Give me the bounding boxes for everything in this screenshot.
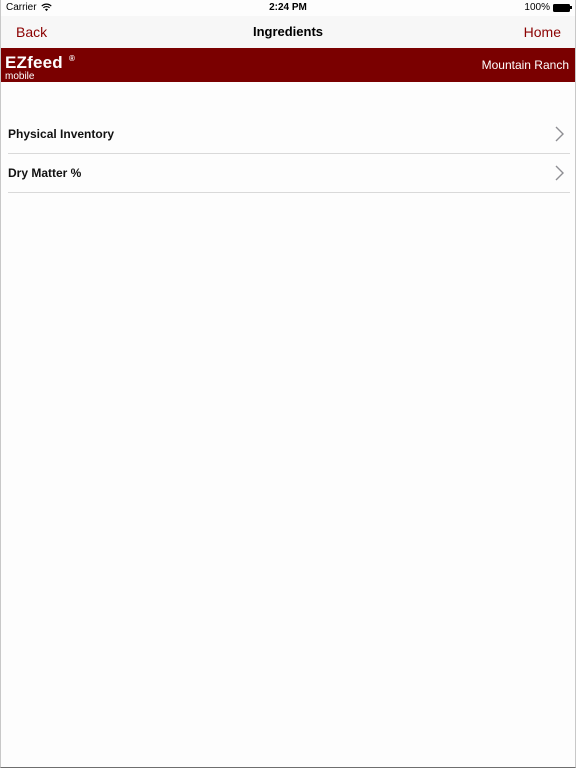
brand-subtitle: mobile (5, 71, 35, 82)
registered-mark: ® (69, 54, 75, 63)
navigation-bar: Back Ingredients Home (1, 16, 575, 48)
ranch-name: Mountain Ranch (481, 58, 569, 72)
status-bar: Carrier 2:24 PM 100% (1, 0, 575, 16)
menu-item-dry-matter[interactable]: Dry Matter % (8, 154, 570, 193)
battery-icon (553, 3, 572, 12)
battery-indicator: 100% (524, 2, 572, 13)
app-screen: Carrier 2:24 PM 100% Back Ingredients Ho… (0, 0, 576, 768)
brand-logo: EZfeed (5, 53, 63, 72)
ingredients-menu: Physical Inventory Dry Matter % (8, 115, 570, 193)
brand-banner: EZfeed ® mobile Mountain Ranch (1, 48, 575, 82)
page-title: Ingredients (252, 24, 324, 39)
menu-item-label: Physical Inventory (8, 127, 115, 141)
status-time: 2:24 PM (269, 2, 307, 13)
battery-percent: 100% (524, 2, 550, 13)
home-button[interactable]: Home (524, 24, 561, 40)
menu-item-physical-inventory[interactable]: Physical Inventory (8, 115, 570, 154)
back-button[interactable]: Back (16, 24, 47, 40)
chevron-right-icon (555, 165, 564, 181)
menu-item-label: Dry Matter % (8, 166, 82, 180)
chevron-right-icon (555, 126, 564, 142)
